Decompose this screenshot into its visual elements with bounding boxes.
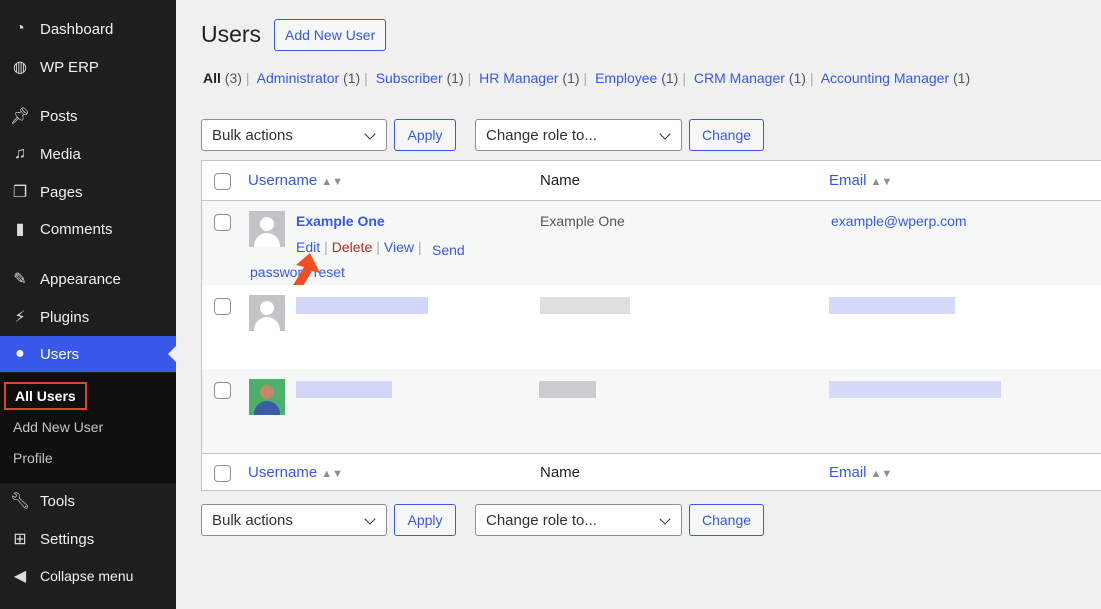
brush-icon: ✎ [13, 271, 27, 288]
menu-settings[interactable]: ⊞ Settings [0, 521, 176, 557]
menu-posts[interactable]: 📌︎ Posts [0, 98, 176, 134]
role-filters: All (3) | Administrator (1) | Subscriber (… [203, 70, 971, 86]
add-new-user-button[interactable]: Add New User [274, 19, 387, 51]
apply-button-top[interactable]: Apply [394, 119, 456, 151]
row-checkbox[interactable] [214, 382, 231, 399]
users-table: Username ▲▼ Name Email ▲▼ Example One Edit… [201, 160, 1101, 491]
menu-plugins[interactable]: ⚡︎ Plugins [0, 299, 176, 335]
filter-administrator[interactable]: Administrator [257, 70, 339, 86]
sort-icon: ▲▼ [321, 468, 343, 480]
submenu-all-users[interactable]: All Users [4, 382, 87, 410]
wrench-icon: 🔧︎ [9, 493, 31, 510]
table-footer: Username ▲▼ Name Email ▲▼ [202, 453, 1101, 491]
collapse-icon: ◀ [13, 568, 27, 585]
menu-dashboard[interactable]: ◔ Dashboard [0, 11, 176, 47]
row-checkbox[interactable] [214, 298, 231, 315]
table-header: Username ▲▼ Name Email ▲▼ [202, 161, 1101, 201]
select-all-checkbox-bottom[interactable] [214, 465, 231, 482]
wp-erp-icon: ◍ [13, 59, 27, 76]
comment-icon: ▮ [15, 221, 25, 238]
pin-icon: 📌︎ [9, 108, 31, 125]
bulk-actions-select-bottom[interactable]: Bulk actions [201, 504, 387, 536]
change-role-select-bottom[interactable]: Change role to... [475, 504, 682, 536]
avatar [249, 295, 285, 331]
admin-sidebar: ◔ Dashboard ◍ WP ERP 📌︎ Posts ♫ Media ❐ Pages… [0, 0, 176, 609]
change-role-select-top[interactable]: Change role to... [475, 119, 682, 151]
users-submenu: All Users Add New User Profile [0, 373, 176, 483]
menu-media[interactable]: ♫ Media [0, 136, 176, 172]
settings-icon: ⊞ [13, 531, 27, 548]
apply-button-bottom[interactable]: Apply [394, 504, 456, 536]
page-title: Users [201, 21, 262, 47]
row-checkbox[interactable] [214, 214, 231, 231]
menu-users[interactable]: ● Users [0, 336, 176, 372]
name-cell: Example One [540, 213, 625, 229]
filter-accounting-manager[interactable]: Accounting Manager [821, 70, 949, 86]
menu-comments[interactable]: ▮ Comments [0, 211, 176, 247]
bulk-actions-select-top[interactable]: Bulk actions [201, 119, 387, 151]
avatar [249, 379, 285, 415]
column-username-bottom[interactable]: Username ▲▼ [248, 464, 343, 481]
menu-pages[interactable]: ❐ Pages [0, 174, 176, 210]
redacted-email [829, 297, 955, 314]
table-row [202, 369, 1101, 453]
change-button-bottom[interactable]: Change [689, 504, 764, 536]
menu-tools[interactable]: 🔧︎ Tools [0, 483, 176, 519]
table-row: Example One Edit | Delete | View | Send passw… [202, 201, 1101, 291]
filter-crm-manager[interactable]: CRM Manager [694, 70, 785, 86]
redacted-username [296, 297, 428, 314]
sort-icon: ▲▼ [321, 176, 343, 188]
pages-icon: ❐ [12, 184, 28, 201]
sort-icon: ▲▼ [870, 468, 893, 480]
change-button-top[interactable]: Change [689, 119, 764, 151]
email-link[interactable]: example@wperp.com [831, 213, 967, 229]
filter-all[interactable]: All [203, 70, 221, 86]
filter-employee[interactable]: Employee [595, 70, 657, 86]
column-username[interactable]: Username ▲▼ [248, 172, 343, 189]
send-password-reset-link[interactable]: Send password reset [250, 239, 465, 283]
username-link[interactable]: Example One [296, 213, 385, 229]
submenu-add-new-user[interactable]: Add New User [13, 419, 103, 435]
plugin-icon: ⚡︎ [14, 309, 26, 326]
column-name: Name [540, 172, 581, 189]
select-all-checkbox[interactable] [214, 173, 231, 190]
user-icon: ● [15, 345, 25, 362]
menu-appearance[interactable]: ✎ Appearance [0, 261, 176, 297]
filter-hr-manager[interactable]: HR Manager [479, 70, 558, 86]
dashboard-icon: ◔ [15, 20, 25, 37]
sort-icon: ▲▼ [870, 176, 893, 188]
media-icon: ♫ [14, 145, 26, 162]
column-email-bottom[interactable]: Email ▲▼ [829, 464, 892, 481]
table-row [202, 285, 1101, 369]
collapse-menu[interactable]: ◀ Collapse menu [0, 558, 176, 594]
submenu-profile[interactable]: Profile [13, 450, 53, 466]
redacted-username [296, 381, 392, 398]
column-email[interactable]: Email ▲▼ [829, 172, 892, 189]
menu-wp-erp[interactable]: ◍ WP ERP [0, 49, 176, 85]
filter-subscriber[interactable]: Subscriber [376, 70, 443, 86]
redacted-name [539, 381, 596, 398]
redacted-email [829, 381, 1001, 398]
redacted-name [540, 297, 630, 314]
column-name-bottom: Name [540, 464, 581, 481]
